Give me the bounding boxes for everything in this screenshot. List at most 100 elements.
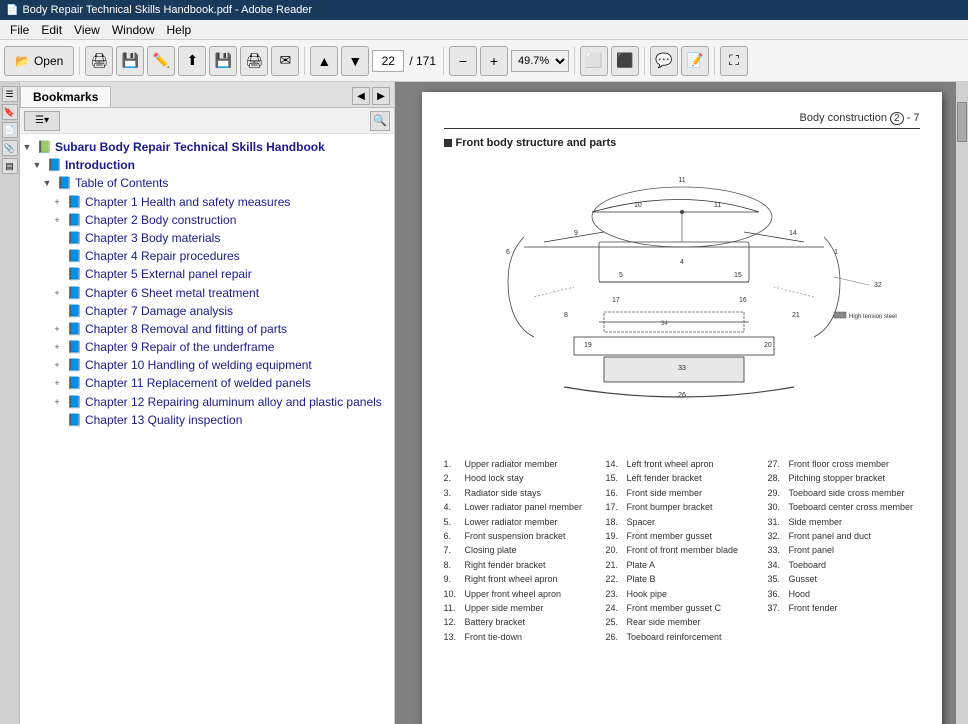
floppy-button[interactable]: 💾: [209, 46, 237, 76]
tree-ch7[interactable]: + 📘 Chapter 7 Damage analysis: [20, 302, 394, 320]
tree-ch5[interactable]: + 📘 Chapter 5 External panel repair: [20, 265, 394, 283]
part-number: 20.: [606, 543, 624, 557]
ch10-expand-icon[interactable]: +: [50, 358, 64, 372]
tree-ch3[interactable]: + 📘 Chapter 3 Body materials: [20, 229, 394, 247]
tree-ch13[interactable]: + 📘 Chapter 13 Quality inspection: [20, 411, 394, 429]
part-number: 8.: [444, 558, 462, 572]
bookmarks-tab[interactable]: Bookmarks: [20, 86, 111, 107]
open-button[interactable]: 📂 Open: [4, 46, 74, 76]
pages-strip-icon[interactable]: 📄: [2, 122, 18, 138]
part-number: 16.: [606, 486, 624, 500]
title-bar: 📄 Body Repair Technical Skills Handbook.…: [0, 0, 968, 20]
svg-text:20: 20: [764, 342, 772, 349]
menu-help[interactable]: Help: [161, 22, 198, 38]
intro-collapse-icon[interactable]: ▼: [30, 158, 44, 172]
tree-ch9[interactable]: + 📘 Chapter 9 Repair of the underframe: [20, 338, 394, 356]
fit-width-button[interactable]: ⬛: [611, 46, 639, 76]
zoom-in-button[interactable]: +: [480, 46, 508, 76]
ch7-book-icon: 📘: [67, 304, 82, 318]
ch6-expand-icon[interactable]: +: [50, 286, 64, 300]
print2-button[interactable]: 🖨: [240, 46, 268, 76]
tree-root[interactable]: ▼ 📗 Subaru Body Repair Technical Skills …: [20, 138, 394, 156]
tree-toc[interactable]: ▼ 📘 Table of Contents: [20, 174, 394, 192]
tree-ch2[interactable]: + 📘 Chapter 2 Body construction: [20, 211, 394, 229]
part-name: Closing plate: [465, 543, 517, 557]
bookmark-strip-icon[interactable]: 🔖: [2, 104, 18, 120]
ch2-expand-icon[interactable]: +: [50, 213, 64, 227]
ch8-expand-icon[interactable]: +: [50, 322, 64, 336]
page-input[interactable]: [372, 50, 404, 72]
part-name: Front side member: [627, 486, 703, 500]
svg-text:6: 6: [506, 249, 510, 256]
fullscreen-button[interactable]: ⛶: [720, 46, 748, 76]
fit-page-button[interactable]: ⬜: [580, 46, 608, 76]
menu-view[interactable]: View: [68, 22, 106, 38]
sign-button[interactable]: 📝: [681, 46, 709, 76]
tree-ch10[interactable]: + 📘 Chapter 10 Handling of welding equip…: [20, 356, 394, 374]
menu-window[interactable]: Window: [106, 22, 161, 38]
svg-text:11: 11: [714, 202, 721, 209]
section-title-text: Front body structure and parts: [456, 137, 617, 149]
next-page-button[interactable]: ▼: [341, 46, 369, 76]
ch11-expand-icon[interactable]: +: [50, 376, 64, 390]
root-collapse-icon[interactable]: ▼: [20, 140, 34, 154]
ch5-label: Chapter 5 External panel repair: [85, 266, 256, 282]
svg-text:1: 1: [834, 249, 838, 256]
tree-ch4[interactable]: + 📘 Chapter 4 Repair procedures: [20, 247, 394, 265]
tree-ch11[interactable]: + 📘 Chapter 11 Replacement of welded pan…: [20, 374, 394, 392]
list-item: 15.Left fender bracket: [606, 471, 758, 485]
page-header: Body construction 2 - 7: [444, 112, 920, 129]
sep-4: [574, 47, 575, 75]
annotate-button[interactable]: 💬: [650, 46, 678, 76]
tree-ch8[interactable]: + 📘 Chapter 8 Removal and fitting of par…: [20, 320, 394, 338]
list-item: 23.Hook pipe: [606, 587, 758, 601]
email-button[interactable]: ✉: [271, 46, 299, 76]
svg-text:17: 17: [612, 297, 620, 304]
new-bookmark-button[interactable]: ☰▾: [24, 111, 60, 131]
prev-page-button[interactable]: ▲: [310, 46, 338, 76]
collapse-panel-button[interactable]: ◀: [352, 87, 370, 105]
edit-button[interactable]: ✏️: [147, 46, 175, 76]
upload-button[interactable]: ⬆: [178, 46, 206, 76]
part-name: Front member gusset C: [627, 601, 722, 615]
ch1-book-icon: 📘: [67, 195, 82, 209]
save-button[interactable]: 💾: [116, 46, 144, 76]
ch6-label: Chapter 6 Sheet metal treatment: [85, 285, 263, 301]
part-name: Plate B: [627, 572, 656, 586]
attach-strip-icon[interactable]: 📎: [2, 140, 18, 156]
tree-ch12[interactable]: + 📘 Chapter 12 Repairing aluminum alloy …: [20, 393, 394, 411]
menu-file[interactable]: File: [4, 22, 35, 38]
part-number: 29.: [768, 486, 786, 500]
svg-text:5: 5: [619, 272, 623, 279]
expand-panel-button[interactable]: ▶: [372, 87, 390, 105]
zoom-select[interactable]: 49.7%: [511, 50, 569, 72]
part-number: 19.: [606, 529, 624, 543]
part-name: Front panel and duct: [789, 529, 872, 543]
list-item: 34.Toeboard: [768, 558, 920, 572]
part-name: Front panel: [789, 543, 835, 557]
ch1-expand-icon[interactable]: +: [50, 195, 64, 209]
right-scrollbar[interactable]: [956, 82, 968, 724]
zoom-out-button[interactable]: −: [449, 46, 477, 76]
part-number: 11.: [444, 601, 462, 615]
list-item: 37.Front fender: [768, 601, 920, 615]
menu-edit[interactable]: Edit: [35, 22, 68, 38]
ch9-expand-icon[interactable]: +: [50, 340, 64, 354]
list-item: 35.Gusset: [768, 572, 920, 586]
tree-ch1[interactable]: + 📘 Chapter 1 Health and safety measures: [20, 193, 394, 211]
print-button[interactable]: 🖨: [85, 46, 113, 76]
part-number: 24.: [606, 601, 624, 615]
app-icon: 📄: [6, 5, 18, 16]
ch12-expand-icon[interactable]: +: [50, 395, 64, 409]
open-label: Open: [34, 54, 63, 68]
toc-expand-icon[interactable]: ▼: [40, 176, 54, 190]
layers-strip-icon[interactable]: ▤: [2, 158, 18, 174]
part-name: Left front wheel apron: [627, 457, 714, 471]
tree-ch6[interactable]: + 📘 Chapter 6 Sheet metal treatment: [20, 284, 394, 302]
scroll-thumb[interactable]: [957, 102, 967, 142]
tree-intro[interactable]: ▼ 📘 Introduction: [20, 156, 394, 174]
hand-tool-icon[interactable]: ☰: [2, 86, 18, 102]
bookmark-search-button[interactable]: 🔍: [370, 111, 390, 131]
sep-5: [644, 47, 645, 75]
ch12-label: Chapter 12 Repairing aluminum alloy and …: [85, 394, 386, 410]
